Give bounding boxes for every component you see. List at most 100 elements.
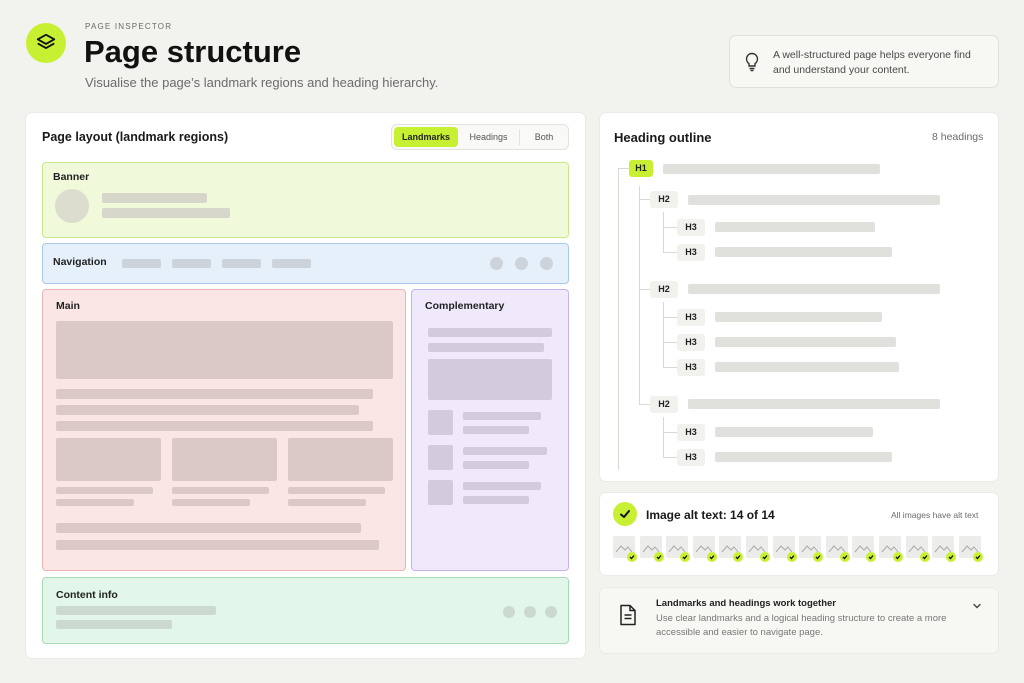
page-subtitle: Visualise the page’s landmark regions an… — [85, 75, 439, 90]
check-icon — [919, 552, 930, 562]
heading-badge-h2[interactable]: H2 — [650, 396, 678, 413]
view-option-landmarks[interactable]: Landmarks — [394, 127, 458, 147]
main-region[interactable]: Main — [42, 289, 406, 571]
aside-text-line — [463, 447, 547, 455]
check-icon — [653, 552, 664, 562]
heading-text-placeholder — [715, 337, 896, 347]
aside-thumb-placeholder — [428, 410, 453, 435]
alt-text-note: All images have alt text — [891, 510, 979, 520]
nav-link-placeholder — [222, 259, 261, 268]
app-logo — [26, 23, 66, 63]
alt-text-panel — [599, 492, 999, 576]
aside-text-line — [463, 426, 529, 434]
aside-text-line — [463, 496, 529, 504]
main-card-placeholder — [56, 438, 161, 481]
tree-line — [663, 457, 677, 458]
nav-action-placeholder — [490, 257, 503, 270]
main-card-caption — [172, 487, 269, 494]
layers-icon — [36, 33, 56, 49]
footer-text-line — [56, 606, 216, 615]
heading-badge-h3[interactable]: H3 — [677, 244, 705, 261]
contentinfo-region[interactable]: Content info — [42, 577, 569, 644]
lightbulb-icon — [745, 52, 759, 72]
eyebrow-label: PAGE INSPECTOR — [85, 22, 173, 31]
nav-action-placeholder — [515, 257, 528, 270]
check-icon — [839, 552, 850, 562]
main-card-caption — [172, 499, 250, 506]
navigation-region[interactable]: Navigation — [42, 243, 569, 284]
image-thumbnail[interactable] — [825, 536, 850, 562]
banner-logo-placeholder — [55, 189, 89, 223]
tree-line — [663, 342, 677, 343]
heading-badge-h3[interactable]: H3 — [677, 219, 705, 236]
tree-line — [663, 302, 664, 367]
image-thumbnail[interactable] — [932, 536, 957, 562]
image-thumbnail[interactable] — [666, 536, 691, 562]
nav-link-placeholder — [172, 259, 211, 268]
image-thumbnail[interactable] — [692, 536, 717, 562]
banner-label: Banner — [53, 171, 90, 183]
image-thumbnail[interactable] — [852, 536, 877, 562]
image-thumbnail[interactable] — [799, 536, 824, 562]
footer-text-line — [56, 620, 172, 629]
tree-line — [618, 168, 629, 169]
page-title: Page structure — [84, 34, 302, 69]
image-thumbnail[interactable] — [905, 536, 930, 562]
aside-text-line — [463, 461, 529, 469]
heading-text-placeholder — [663, 164, 880, 174]
image-thumbnail[interactable] — [613, 536, 637, 562]
heading-count: 8 headings — [932, 131, 984, 143]
heading-badge-h3[interactable]: H3 — [677, 449, 705, 466]
heading-badge-h3[interactable]: H3 — [677, 309, 705, 326]
chevron-down-icon[interactable] — [972, 602, 982, 610]
view-toggle: Landmarks Headings Both — [391, 124, 569, 150]
tree-line — [639, 199, 650, 200]
heading-badge-h2[interactable]: H2 — [650, 191, 678, 208]
heading-text-placeholder — [715, 427, 873, 437]
main-card-caption — [56, 499, 134, 506]
heading-badge-h2[interactable]: H2 — [650, 281, 678, 298]
alt-status-badge — [613, 502, 637, 526]
image-thumbnail[interactable] — [772, 536, 797, 562]
heading-text-placeholder — [715, 247, 892, 257]
footer-social-placeholder — [545, 606, 557, 618]
image-thumbnail[interactable] — [958, 536, 983, 562]
image-thumbnail[interactable] — [639, 536, 664, 562]
check-icon — [706, 552, 717, 562]
view-option-headings[interactable]: Headings — [460, 127, 517, 147]
heading-text-placeholder — [688, 399, 940, 409]
view-option-both[interactable]: Both — [521, 127, 567, 147]
aside-thumb-placeholder — [428, 445, 453, 470]
tip-text: A well-structured page helps everyone fi… — [773, 49, 971, 76]
heading-text-placeholder — [715, 312, 882, 322]
image-thumbnail[interactable] — [746, 536, 770, 562]
nav-link-placeholder — [122, 259, 161, 268]
info-title: Landmarks and headings work together — [656, 598, 837, 609]
heading-badge-h3[interactable]: H3 — [677, 334, 705, 351]
heading-text-placeholder — [688, 284, 940, 294]
tree-line — [663, 432, 677, 433]
complementary-region[interactable]: Complementary — [411, 289, 569, 571]
layout-panel-title: Page layout (landmark regions) — [42, 130, 229, 144]
image-thumbnail[interactable] — [719, 536, 744, 562]
tree-line — [618, 168, 619, 470]
image-thumbnail[interactable] — [879, 536, 903, 562]
check-icon — [620, 510, 630, 518]
heading-badge-h3[interactable]: H3 — [677, 424, 705, 441]
main-text-line — [56, 523, 361, 533]
main-text-line — [56, 540, 379, 550]
tree-line — [663, 317, 677, 318]
banner-region[interactable]: Banner — [42, 162, 569, 238]
nav-link-placeholder — [272, 259, 311, 268]
info-body: Use clear landmarks and a logical headin… — [656, 613, 947, 638]
heading-badge-h1[interactable]: H1 — [629, 160, 653, 177]
footer-social-placeholder — [524, 606, 536, 618]
check-icon — [627, 552, 637, 562]
heading-badge-h3[interactable]: H3 — [677, 359, 705, 376]
footer-social-placeholder — [503, 606, 515, 618]
navigation-label: Navigation — [53, 256, 107, 268]
main-card-placeholder — [288, 438, 393, 481]
check-icon — [786, 552, 797, 562]
heading-text-placeholder — [715, 362, 899, 372]
document-icon — [620, 604, 636, 626]
